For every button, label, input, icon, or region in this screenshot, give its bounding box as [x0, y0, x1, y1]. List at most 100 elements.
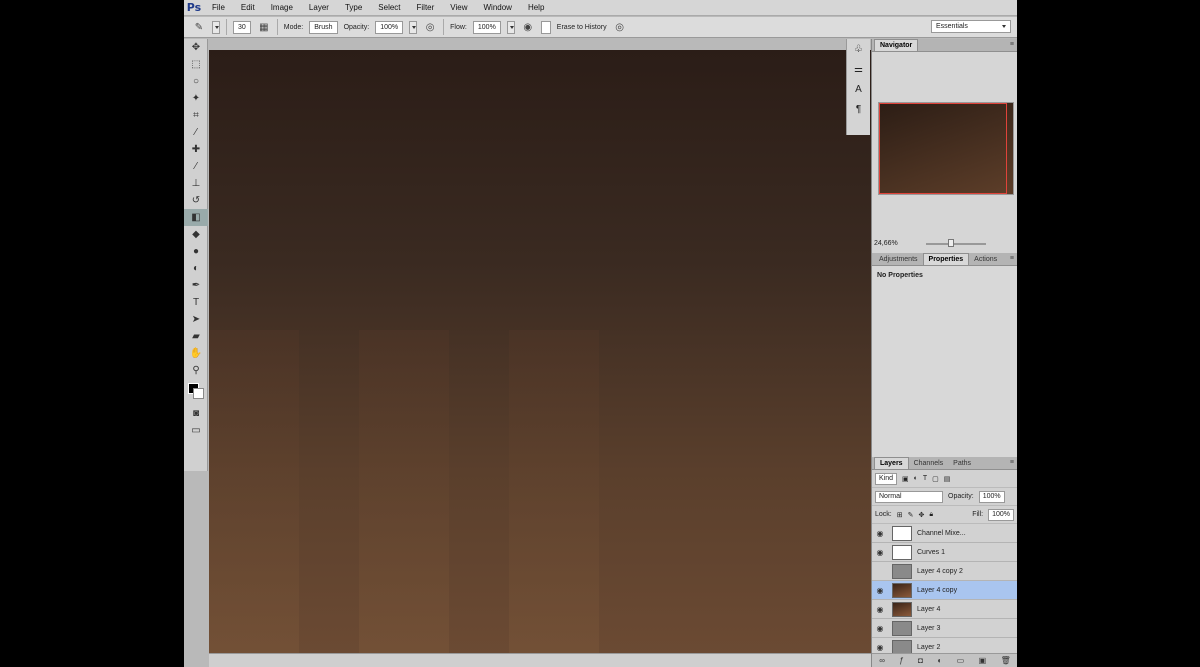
pen-tool-icon[interactable]: ✒ [184, 277, 208, 294]
tab-navigator[interactable]: Navigator [874, 39, 919, 51]
healing-brush-tool-icon[interactable]: ✚ [184, 141, 208, 158]
flow-input[interactable]: 100% [472, 20, 501, 34]
color-swatches[interactable] [184, 379, 207, 405]
hand-tool-icon[interactable]: ✋ [184, 345, 208, 362]
lock-position-icon[interactable]: ✥ [918, 511, 924, 519]
eyedropper-tool-icon[interactable]: ⁄ [184, 124, 208, 141]
menu-edit[interactable]: Edit [233, 0, 263, 16]
tab-channels[interactable]: Channels [909, 458, 949, 469]
delete-layer-icon[interactable]: 🗑︎ [1001, 656, 1011, 665]
airbrush-icon[interactable]: ◉ [521, 20, 535, 34]
menu-filter[interactable]: Filter [409, 0, 443, 16]
menu-file[interactable]: File [204, 0, 233, 16]
brush-size-picker[interactable]: 30 [233, 20, 251, 34]
lock-pixels-icon[interactable]: ✎ [908, 511, 914, 519]
lasso-tool-icon[interactable]: ○ [184, 73, 208, 90]
menu-window[interactable]: Window [476, 0, 520, 16]
background-color-swatch[interactable] [193, 388, 204, 399]
mode-select[interactable]: Brush [309, 20, 338, 34]
filter-type-icon[interactable]: T [923, 475, 927, 482]
workspace-switcher[interactable]: Essentials [931, 20, 1011, 33]
clone-stamp-tool-icon[interactable]: ⊥ [184, 175, 208, 192]
layer-row-layer4[interactable]: ◉ Layer 4 [872, 600, 1017, 619]
layer-name[interactable]: Layer 4 [917, 606, 940, 613]
navigator-zoom-knob[interactable] [948, 239, 954, 247]
new-layer-icon[interactable]: ▣ [979, 656, 987, 665]
panel-menu-icon[interactable]: ≡ [1010, 459, 1014, 466]
history-brush-tool-icon[interactable]: ↺ [184, 192, 208, 209]
filter-pixel-icon[interactable]: ▣ [902, 475, 909, 483]
link-layers-icon[interactable]: ∞ [879, 656, 885, 665]
crop-tool-icon[interactable]: ⌗ [184, 107, 208, 124]
menu-view[interactable]: View [442, 0, 475, 16]
pressure-size-icon[interactable]: ◎ [613, 20, 627, 34]
brush-panel-icon[interactable]: ▦ [257, 20, 271, 34]
new-group-icon[interactable]: ▭ [957, 656, 965, 665]
layer-name[interactable]: Layer 4 copy [917, 587, 957, 594]
layer-name[interactable]: Curves 1 [917, 549, 945, 556]
layer-name[interactable]: Channel Mixe... [917, 530, 966, 537]
dodge-tool-icon[interactable]: ◐ [184, 260, 208, 277]
erase-history-checkbox[interactable] [540, 20, 551, 34]
blend-mode-select[interactable]: Normal [875, 490, 943, 503]
blur-tool-icon[interactable]: ● [184, 243, 208, 260]
paint-bucket-tool-icon[interactable]: ◆ [184, 226, 208, 243]
tab-layers[interactable]: Layers [874, 457, 909, 469]
type-tool-icon[interactable]: T [184, 294, 208, 311]
move-tool-icon[interactable]: ✥ [184, 39, 208, 56]
marquee-tool-icon[interactable]: ⬚ [184, 56, 208, 73]
add-mask-icon[interactable]: ◘ [918, 656, 923, 665]
visibility-eye-icon[interactable]: ◉ [872, 548, 888, 557]
path-select-tool-icon[interactable]: ➤ [184, 311, 208, 328]
brush-presets-icon[interactable]: ♧ [847, 39, 870, 59]
visibility-eye-icon[interactable]: ◉ [872, 624, 888, 633]
lock-transparent-icon[interactable]: ⊞ [897, 511, 903, 519]
filter-adjustment-icon[interactable]: ◐ [914, 475, 918, 482]
filter-shape-icon[interactable]: ▢ [932, 475, 939, 483]
document-canvas[interactable] [209, 50, 871, 653]
brush-tool-icon[interactable]: ⁄ [184, 158, 208, 175]
navigator-zoom-slider[interactable] [926, 243, 986, 245]
filter-smart-object-icon[interactable]: ▤ [944, 475, 951, 483]
menu-help[interactable]: Help [520, 0, 552, 16]
navigator-view-box[interactable] [879, 103, 1007, 194]
flow-dropdown[interactable] [506, 20, 515, 34]
layer-row-layer4copy[interactable]: ◉ Layer 4 copy [872, 581, 1017, 600]
navigator-zoom-value[interactable]: 24,66% [874, 240, 898, 247]
layer-row-curves[interactable]: ◉ Curves 1 [872, 543, 1017, 562]
horizontal-scrollbar[interactable] [209, 653, 871, 667]
visibility-eye-icon[interactable]: ◉ [872, 605, 888, 614]
layer-style-icon[interactable]: ƒ [899, 656, 903, 665]
pressure-opacity-icon[interactable]: ◎ [423, 20, 437, 34]
opacity-dropdown[interactable] [409, 20, 418, 34]
visibility-eye-icon[interactable]: ◉ [872, 529, 888, 538]
layer-filter-select[interactable]: Kind [875, 472, 898, 485]
tab-adjustments[interactable]: Adjustments [874, 254, 923, 265]
lock-all-icon[interactable]: 🔒︎ [929, 511, 933, 519]
panel-menu-icon[interactable]: ≡ [1010, 255, 1014, 262]
menu-image[interactable]: Image [263, 0, 301, 16]
zoom-tool-icon[interactable]: ⚲ [184, 362, 208, 379]
quick-mask-icon[interactable]: ◙ [184, 405, 208, 422]
new-adjustment-icon[interactable]: ◐ [937, 656, 942, 665]
adjustments-sliders-icon[interactable]: ⚌ [847, 59, 870, 79]
eraser-tool-preset-icon[interactable]: ✎ [192, 20, 206, 34]
panel-menu-icon[interactable]: ≡ [1010, 41, 1014, 48]
visibility-eye-icon[interactable]: ◉ [872, 643, 888, 652]
layer-row-layer3[interactable]: ◉ Layer 3 [872, 619, 1017, 638]
tool-preset-dropdown[interactable] [212, 20, 220, 34]
menu-layer[interactable]: Layer [301, 0, 337, 16]
menu-type[interactable]: Type [337, 0, 370, 16]
menu-select[interactable]: Select [370, 0, 408, 16]
paragraph-panel-icon[interactable]: ¶ [847, 99, 870, 119]
quick-select-tool-icon[interactable]: ✦ [184, 90, 208, 107]
layer-opacity-input[interactable]: 100% [978, 490, 1005, 503]
layer-row-channel-mixer[interactable]: ◉ Channel Mixe... [872, 524, 1017, 543]
layer-name[interactable]: Layer 3 [917, 625, 940, 632]
layer-name[interactable]: Layer 4 copy 2 [917, 568, 963, 575]
tab-properties[interactable]: Properties [922, 253, 970, 265]
shape-tool-icon[interactable]: ▰ [184, 328, 208, 345]
opacity-input[interactable]: 100% [375, 20, 404, 34]
screen-mode-icon[interactable]: ▭ [184, 422, 208, 439]
fill-input[interactable]: 100% [988, 508, 1014, 521]
